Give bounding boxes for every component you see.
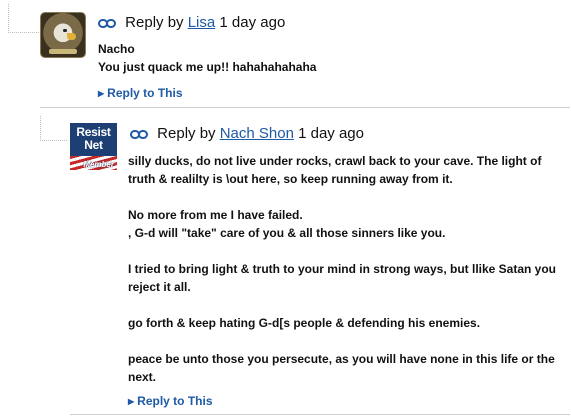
comment-paragraph: I tried to bring light & truth to your m… [128,262,557,294]
comment-paragraph: silly ducks, do not live under rocks, cr… [128,154,542,186]
avatar-member-text: Member [83,160,114,169]
timestamp: 1 day ago [298,125,364,142]
thread-connector [8,4,39,33]
comment-body: Nacho You just quack me up!! hahahahahah… [98,40,558,76]
comment-paragraph: Nacho You just quack me up!! hahahahahah… [98,42,317,74]
avatar-nach-shon[interactable]: Resist Net Member [70,123,117,170]
avatar-ribbon [49,49,77,54]
triangle-right-icon: ▶ [128,397,135,406]
avatar-logo-text: Net [84,138,103,152]
author-link[interactable]: Lisa [188,14,216,31]
comment-header: Reply by Lisa 1 day ago [98,14,285,32]
eagle-beak [67,33,76,40]
reply-by-label: Reply by [125,14,184,31]
avatar-lisa[interactable] [40,12,86,58]
reply-by-label: Reply by [157,125,216,142]
thread-connector [40,116,67,141]
chain-link-icon[interactable] [98,15,116,32]
comment-paragraph: peace be unto those you persecute, as yo… [128,352,555,384]
comment-paragraph: No more from me I have failed. , G-d wil… [128,208,446,240]
reply-to-this-button[interactable]: ▶ Reply to This [128,394,213,408]
eagle-eye [63,29,67,32]
timestamp: 1 day ago [219,14,286,31]
triangle-right-icon: ▶ [98,89,105,98]
comment-divider [70,414,570,415]
author-link[interactable]: Nach Shon [220,125,294,142]
comment-paragraph: go forth & keep hating G-d[s people & de… [128,316,481,330]
comment-divider [40,107,570,108]
reply-to-this-button[interactable]: ▶ Reply to This [98,86,183,100]
comment-body: silly ducks, do not live under rocks, cr… [128,152,558,386]
chain-link-icon[interactable] [130,126,148,143]
comment-header: Reply by Nach Shon 1 day ago [130,125,364,143]
